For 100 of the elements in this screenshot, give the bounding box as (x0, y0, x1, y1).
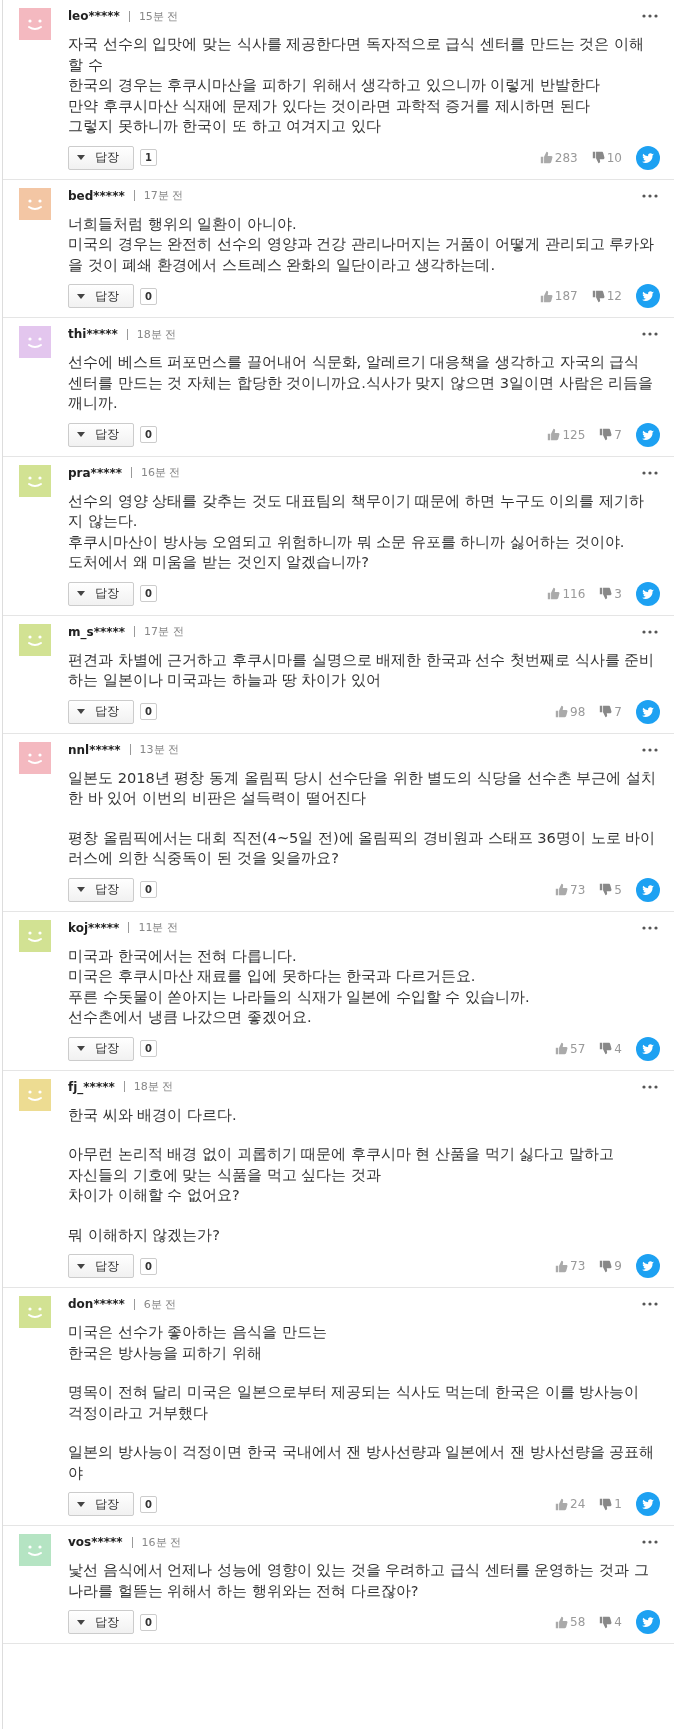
dislike-count: 4 (614, 1041, 622, 1056)
reply-count: 0 (140, 426, 157, 443)
comment-text: 푸른 수돗물이 쏟아지는 나라들의 식재가 일본에 수입할 수 있습니까. (68, 986, 531, 1007)
thumbs-up-icon[interactable] (555, 883, 569, 896)
bird-icon[interactable] (636, 422, 660, 447)
thumbs-down-icon[interactable] (599, 883, 613, 896)
comment-text: 그렇지 못하니까 한국이 또 하고 여겨지고 있다 (68, 116, 382, 136)
bird-icon[interactable] (636, 581, 660, 606)
like-count: 73 (570, 882, 586, 897)
dislike-count: 9 (614, 1259, 622, 1273)
avatar-icon (19, 623, 51, 656)
reply-count: 0 (140, 881, 157, 898)
username[interactable]: bed***** (68, 188, 125, 203)
reply-button[interactable]: 답장 (68, 284, 134, 308)
thumbs-down-icon[interactable] (599, 428, 613, 441)
reply-button[interactable]: 답장 (68, 699, 134, 724)
reply-button[interactable]: 답장 (68, 1610, 134, 1634)
like-count: 24 (570, 1497, 586, 1511)
reply-count: 0 (140, 585, 157, 602)
comment-text: 일본의 방사능이 걱정이면 한국 국내에서 잰 방사선량과 일본에서 잰 방사선량을 공표해야 (68, 1442, 656, 1483)
more-icon[interactable] (642, 470, 658, 475)
thumbs-down-icon[interactable] (591, 289, 605, 303)
dislike-count: 10 (606, 150, 622, 165)
thumbs-down-icon[interactable] (591, 151, 605, 164)
comment-text: 자국 선수의 입맛에 맞는 식사를 제공한다면 독자적으로 급식 센터를 만드는 것은 이해할 수 (68, 34, 646, 75)
bird-icon[interactable] (636, 1036, 660, 1061)
avatar-icon (19, 1078, 51, 1111)
more-icon[interactable] (642, 1084, 658, 1089)
reply-button[interactable]: 답장 (68, 145, 134, 170)
username[interactable]: vos***** (68, 1535, 123, 1549)
comment-text: 평창 올림픽에서는 대회 직전(4~5일 전)에 올림픽의 경비원과 스태프 36명이 노로 바이러스에 의한 식중독이 된 것을 잊을까요? (68, 827, 656, 868)
reply-button[interactable]: 답장 (68, 877, 134, 902)
more-icon[interactable] (642, 925, 658, 930)
comment-text: 선수촌에서 냉큼 나갔으면 좋겠어요. (68, 1007, 313, 1027)
bird-icon[interactable] (636, 877, 660, 902)
thumbs-down-icon[interactable] (599, 705, 613, 718)
comment-text: 선수의 영양 상태를 갖추는 것도 대표팀의 책무이기 때문에 하면 누구도 이의를 제기하지 않는다. (68, 490, 646, 531)
comment-text: 너희들처럼 행위의 일환이 아니야. (68, 213, 298, 234)
username[interactable]: koj***** (68, 920, 120, 935)
thumbs-down-icon[interactable] (599, 1259, 613, 1273)
comment-text: 한국의 경우는 후쿠시마산을 피하기 위해서 생각하고 있으니까 이렇게 반발한다 (68, 75, 602, 95)
thumbs-up-icon[interactable] (555, 1615, 569, 1629)
thumbs-up-icon[interactable] (555, 1497, 569, 1511)
username[interactable]: don***** (68, 1297, 125, 1311)
reply-count: 0 (140, 1495, 157, 1513)
more-icon[interactable] (642, 193, 658, 198)
username[interactable]: leo***** (68, 9, 120, 23)
thumbs-up-icon[interactable] (555, 1259, 569, 1273)
like-count: 98 (570, 704, 586, 719)
thumbs-down-icon[interactable] (599, 1042, 613, 1055)
more-icon[interactable] (642, 747, 658, 752)
more-icon[interactable] (642, 1302, 658, 1306)
reply-count: 1 (140, 149, 157, 166)
thumbs-up-icon[interactable] (547, 428, 561, 441)
reply-button[interactable]: 답장 (68, 1492, 134, 1516)
bird-icon[interactable] (636, 1254, 660, 1278)
timestamp: 16분 전 (141, 465, 181, 480)
more-icon[interactable] (642, 14, 658, 18)
dislike-count: 4 (614, 1615, 622, 1629)
dislike-count: 1 (614, 1497, 622, 1511)
bird-icon[interactable] (636, 284, 660, 308)
dislike-count: 7 (614, 704, 622, 719)
username[interactable]: pra***** (68, 465, 122, 480)
thumbs-down-icon[interactable] (599, 1615, 613, 1629)
thumbs-up-icon[interactable] (539, 289, 553, 303)
thumbs-up-icon[interactable] (547, 587, 561, 600)
more-icon[interactable] (642, 332, 658, 336)
thumbs-down-icon[interactable] (599, 1497, 613, 1511)
thumbs-down-icon[interactable] (599, 587, 613, 600)
bird-icon[interactable] (636, 699, 660, 724)
like-count: 57 (570, 1041, 586, 1056)
reply-button[interactable]: 답장 (68, 422, 134, 447)
more-icon[interactable] (642, 1540, 658, 1544)
reply-count: 0 (140, 1613, 157, 1631)
thumbs-up-icon[interactable] (555, 1042, 569, 1055)
bird-icon[interactable] (636, 145, 660, 170)
more-icon[interactable] (642, 629, 658, 634)
avatar-icon (19, 1296, 51, 1328)
timestamp: 13분 전 (139, 742, 180, 757)
username[interactable]: m_s***** (68, 624, 126, 639)
thumbs-up-icon[interactable] (555, 705, 569, 718)
reply-button[interactable]: 답장 (68, 581, 134, 606)
bird-icon[interactable] (636, 1610, 660, 1634)
timestamp: 17분 전 (144, 624, 184, 639)
dislike-count: 7 (614, 427, 622, 442)
comment-text: 미국의 경우는 완전히 선수의 영양과 건강 관리나머지는 거품이 어떻게 관리되고 루카와을 것이 폐쇄 환경에서 스트레스 완화의 일단이라고 생각하는데. (68, 234, 656, 275)
comment-text: 뭐 이해하지 않겠는가? (68, 1224, 222, 1245)
reply-button[interactable]: 답장 (68, 1036, 134, 1061)
timestamp: 15분 전 (138, 8, 179, 24)
comment-text: 낯선 음식에서 언제나 성능에 영향이 있는 것을 우려하고 급식 센터를 운영하는 것과 그 나라를 헐뜯는 위해서 하는 행위와는 전혀 다르잖아? (68, 1560, 650, 1601)
comment-text: 자신들의 기호에 맞는 식품을 먹고 싶다는 것과 (68, 1164, 382, 1185)
username[interactable]: fj_***** (68, 1079, 115, 1094)
thumbs-up-icon[interactable] (539, 151, 553, 164)
comment-text: 선수에 베스트 퍼포먼스를 끌어내어 식문화, 알레르기 대응책을 생각하고 자국의 급식 센터를 만드는 것 자체는 합당한 것이니까요.식사가 맞지 않으면 3일이면 사람은 리듬을 깨니까. (68, 352, 655, 413)
bird-icon[interactable] (636, 1492, 660, 1516)
reply-button[interactable]: 답장 (68, 1254, 134, 1278)
avatar-icon (19, 326, 51, 358)
username[interactable]: thi***** (68, 327, 118, 341)
username[interactable]: nnl***** (68, 742, 121, 757)
timestamp: 11분 전 (138, 920, 178, 935)
